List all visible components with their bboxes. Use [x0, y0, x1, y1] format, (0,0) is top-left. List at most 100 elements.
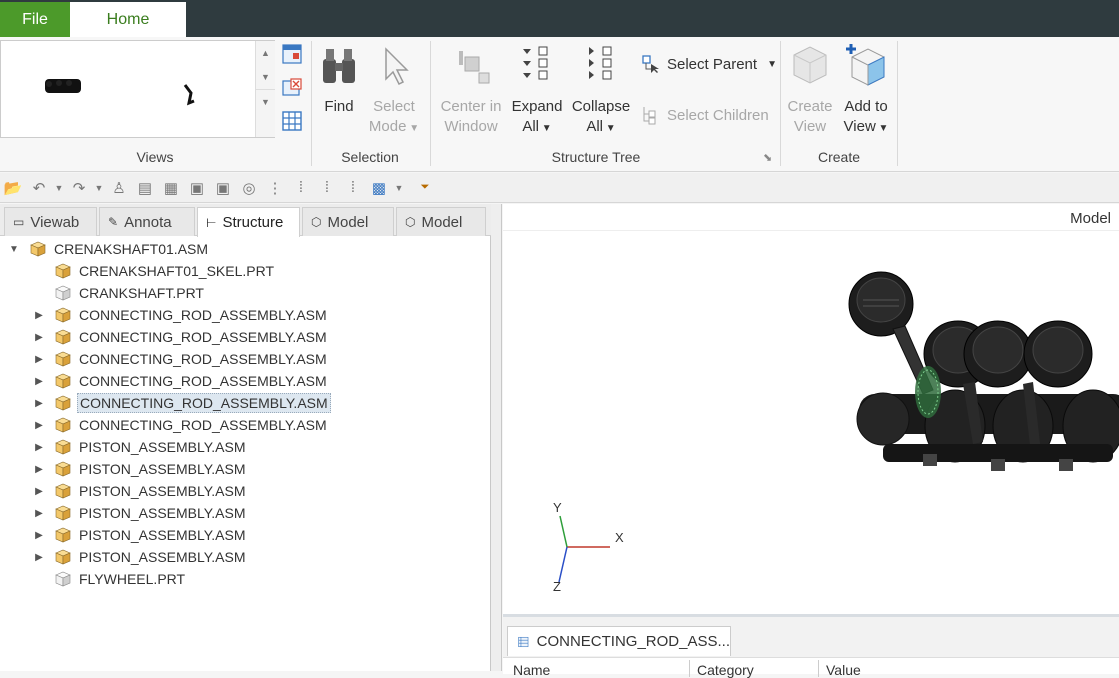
scroll-up-icon[interactable]: ▲ — [256, 41, 275, 65]
tab-home[interactable]: Home — [70, 2, 186, 37]
redo-dropdown-icon[interactable]: ▼ — [94, 178, 104, 198]
thumbnail-1[interactable] — [45, 79, 81, 93]
expand-arrow-icon[interactable]: ▶ — [33, 486, 45, 497]
tree-item-label[interactable]: CONNECTING_ROD_ASSEMBLY.ASM — [77, 393, 331, 413]
add-to-view-button[interactable]: Add to View ▼ — [838, 43, 894, 139]
center-in-window-button[interactable]: Center in Window — [436, 45, 506, 137]
tree-item-label[interactable]: CONNECTING_ROD_ASSEMBLY.ASM — [77, 328, 329, 346]
expand-arrow-icon[interactable]: ▶ — [33, 552, 45, 563]
tree-row[interactable]: ▶ CONNECTING_ROD_ASSEMBLY.ASM — [0, 370, 489, 392]
create-view-button[interactable]: Create View — [784, 43, 836, 137]
properties-tab[interactable]: CONNECTING_ROD_ASS... — [507, 626, 731, 656]
view-orient-icon[interactable]: ◎ — [238, 178, 260, 198]
tree-item-label[interactable]: PISTON_ASSEMBLY.ASM — [77, 438, 248, 456]
scroll-down-icon[interactable]: ▼ — [256, 65, 275, 89]
expand-arrow-icon[interactable]: ▶ — [33, 310, 45, 321]
tree-row[interactable]: ▶ CONNECTING_ROD_ASSEMBLY.ASM — [0, 326, 489, 348]
tree-row[interactable]: CRANKSHAFT.PRT — [0, 282, 489, 304]
tab-model-2[interactable]: ⬡ Model — [396, 207, 486, 236]
expand-arrow-icon[interactable]: ▶ — [33, 398, 45, 409]
select-parent-button[interactable]: Select Parent ▼ — [641, 54, 777, 74]
tree-row[interactable]: ▶ CONNECTING_ROD_ASSEMBLY.ASM — [0, 348, 489, 370]
collapse-all-button[interactable]: Collapse All ▼ — [570, 45, 632, 139]
column-header-category[interactable]: Category — [697, 662, 754, 678]
tree-item-label[interactable]: PISTON_ASSEMBLY.ASM — [77, 548, 248, 566]
walk-icon[interactable]: ♙ — [108, 178, 130, 198]
tree-filter-icon-2[interactable]: ⁞ — [290, 178, 312, 198]
views-scrollbar[interactable]: ▲ ▼ ▼ — [255, 41, 275, 137]
display-style-icon[interactable]: ▩ — [368, 178, 390, 198]
customize-toolbar-icon[interactable]: ⏷ — [414, 178, 436, 198]
properties-icon[interactable]: ▤ — [134, 178, 156, 198]
delete-view-icon[interactable] — [281, 77, 303, 99]
tree-row[interactable]: ▶ PISTON_ASSEMBLY.ASM — [0, 524, 489, 546]
undo-icon[interactable]: ↶ — [28, 178, 50, 198]
tab-annotations[interactable]: ✎ Annota — [99, 207, 195, 236]
expand-arrow-icon[interactable]: ▶ — [33, 376, 45, 387]
expand-arrow-icon[interactable]: ▶ — [33, 354, 45, 365]
select-mode-button[interactable]: Select Mode ▼ — [366, 45, 422, 139]
tree-item-label[interactable]: CONNECTING_ROD_ASSEMBLY.ASM — [77, 372, 329, 390]
tree-row[interactable]: FLYWHEEL.PRT — [0, 568, 489, 590]
tree-item-label[interactable]: CRANKSHAFT.PRT — [77, 284, 206, 302]
select-mode-label-1: Select — [373, 98, 415, 115]
crankshaft-model[interactable] — [848, 271, 1119, 471]
tree-filter-icon-3[interactable]: ⁞ — [316, 178, 338, 198]
column-header-value[interactable]: Value — [826, 662, 861, 678]
redo-icon[interactable]: ↷ — [68, 178, 90, 198]
display-dropdown-icon[interactable]: ▼ — [394, 178, 404, 198]
tree-item-label[interactable]: PISTON_ASSEMBLY.ASM — [77, 526, 248, 544]
tree-row[interactable]: ▶ PISTON_ASSEMBLY.ASM — [0, 480, 489, 502]
tree-filter-icon-4[interactable]: ⁞ — [342, 178, 364, 198]
thumbnail-2[interactable] — [183, 84, 195, 106]
view-back-icon[interactable]: ▣ — [212, 178, 234, 198]
tab-model[interactable]: ⬡ Model — [302, 207, 394, 236]
tree-row[interactable]: ▶ CONNECTING_ROD_ASSEMBLY.ASM — [0, 304, 489, 326]
tree-item-label[interactable]: FLYWHEEL.PRT — [77, 570, 187, 588]
view-manager-icon[interactable] — [281, 43, 303, 65]
find-button[interactable]: Find — [316, 45, 362, 117]
scroll-more-icon[interactable]: ▼ — [256, 89, 275, 113]
expand-arrow-icon[interactable]: ▶ — [33, 332, 45, 343]
tab-structure[interactable]: ⊢ Structure — [197, 207, 300, 237]
panel-splitter[interactable] — [491, 204, 502, 671]
collapse-arrow-icon[interactable]: ▼ — [8, 244, 20, 255]
expand-arrow-icon[interactable]: ▶ — [33, 530, 45, 541]
tree-row[interactable]: ▶ CONNECTING_ROD_ASSEMBLY.ASM — [0, 414, 489, 436]
column-separator[interactable] — [689, 660, 690, 677]
tab-viewables[interactable]: ▭ Viewab — [4, 207, 97, 236]
undo-dropdown-icon[interactable]: ▼ — [54, 178, 64, 198]
tree-row[interactable]: CRENAKSHAFT01_SKEL.PRT — [0, 260, 489, 282]
column-header-name[interactable]: Name — [513, 662, 550, 678]
tab-file[interactable]: File — [0, 2, 70, 37]
tree-filter-icon-1[interactable]: ⋮ — [264, 178, 286, 198]
view-front-icon[interactable]: ▣ — [186, 178, 208, 198]
tree-item-label[interactable]: CONNECTING_ROD_ASSEMBLY.ASM — [77, 306, 329, 324]
tree-item-label[interactable]: PISTON_ASSEMBLY.ASM — [77, 482, 248, 500]
tree-row[interactable]: ▶ PISTON_ASSEMBLY.ASM — [0, 546, 489, 568]
layer-icon[interactable]: ▦ — [160, 178, 182, 198]
expand-all-button[interactable]: Expand All ▼ — [508, 45, 566, 139]
tree-row[interactable]: ▶ PISTON_ASSEMBLY.ASM — [0, 458, 489, 480]
tree-item-label[interactable]: CRENAKSHAFT01_SKEL.PRT — [77, 262, 276, 280]
tree-row[interactable]: ▼ CRENAKSHAFT01.ASM — [0, 238, 489, 260]
expand-arrow-icon[interactable]: ▶ — [33, 442, 45, 453]
tree-item-label[interactable]: CONNECTING_ROD_ASSEMBLY.ASM — [77, 416, 329, 434]
tree-item-label[interactable]: PISTON_ASSEMBLY.ASM — [77, 504, 248, 522]
tree-item-label[interactable]: PISTON_ASSEMBLY.ASM — [77, 460, 248, 478]
expand-arrow-icon[interactable]: ▶ — [33, 464, 45, 475]
tree-item-label[interactable]: CRENAKSHAFT01.ASM — [52, 240, 210, 258]
open-icon[interactable]: 📂 — [2, 178, 24, 198]
tree-row[interactable]: ▶ PISTON_ASSEMBLY.ASM — [0, 436, 489, 458]
tree-item-label[interactable]: CONNECTING_ROD_ASSEMBLY.ASM — [77, 350, 329, 368]
column-separator[interactable] — [818, 660, 819, 677]
graphics-window[interactable]: Model Y X Z — [503, 204, 1119, 614]
grid-view-icon[interactable] — [281, 110, 303, 132]
dialog-launcher-icon[interactable]: ⬊ — [763, 151, 772, 164]
views-gallery[interactable]: ▲ ▼ ▼ — [0, 40, 275, 138]
select-children-button[interactable]: Select Children — [641, 105, 769, 125]
expand-arrow-icon[interactable]: ▶ — [33, 508, 45, 519]
tree-row[interactable]: ▶ PISTON_ASSEMBLY.ASM — [0, 502, 489, 524]
tree-row[interactable]: ▶ CONNECTING_ROD_ASSEMBLY.ASM — [0, 392, 489, 414]
expand-arrow-icon[interactable]: ▶ — [33, 420, 45, 431]
